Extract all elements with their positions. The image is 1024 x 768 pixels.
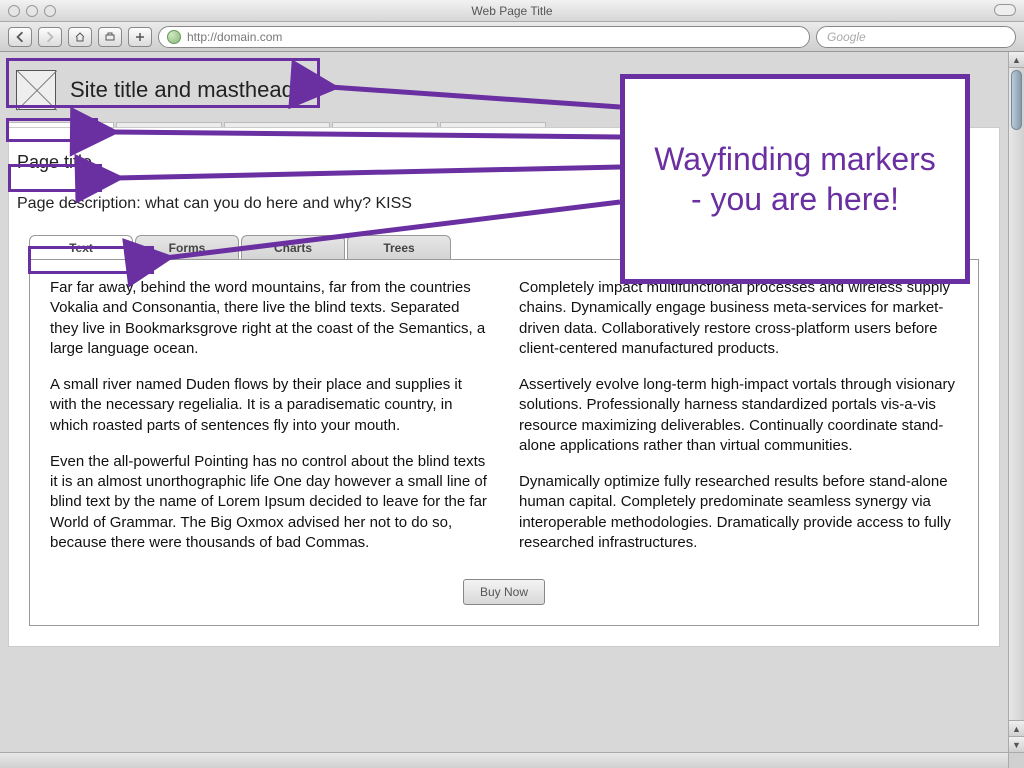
tab-forms[interactable]: Forms	[135, 235, 239, 259]
back-button[interactable]	[8, 27, 32, 47]
site-title: Site title and masthead	[70, 77, 294, 103]
logo-placeholder-icon	[16, 70, 56, 110]
body-paragraph: Assertively evolve long-term high-impact…	[519, 375, 958, 456]
cta-row: Buy Now	[50, 579, 958, 605]
window-pill-button[interactable]	[994, 4, 1016, 16]
vertical-scrollbar[interactable]: ▲ ▲ ▼	[1008, 52, 1024, 752]
tab-trees[interactable]: Trees	[347, 235, 451, 259]
text-columns: Far far away, behind the word mountains,…	[50, 278, 958, 569]
window-titlebar: Web Page Title	[0, 0, 1024, 22]
scroll-up-arrow2-icon[interactable]: ▲	[1009, 720, 1024, 736]
tab-text[interactable]: Text	[29, 235, 133, 259]
horizontal-scrollbar[interactable]	[0, 752, 1008, 768]
body-paragraph: A small river named Duden flows by their…	[50, 375, 489, 436]
address-bar[interactable]: http://domain.com	[158, 26, 810, 48]
url-text: http://domain.com	[187, 30, 282, 44]
bookmark-button[interactable]	[128, 27, 152, 47]
search-input[interactable]: Google	[816, 26, 1016, 48]
body-paragraph: Completely impact multifunctional proces…	[519, 278, 958, 359]
text-column-right: Completely impact multifunctional proces…	[519, 278, 958, 569]
scroll-down-arrow-icon[interactable]: ▼	[1009, 736, 1024, 752]
buy-now-button[interactable]: Buy Now	[463, 579, 545, 605]
window-title: Web Page Title	[0, 4, 1024, 18]
body-paragraph: Dynamically optimize fully researched re…	[519, 472, 958, 553]
forward-button[interactable]	[38, 27, 62, 47]
body-paragraph: Even the all-powerful Pointing has no co…	[50, 452, 489, 553]
annotation-callout: Wayfinding markers - you are here!	[620, 74, 970, 284]
text-column-left: Far far away, behind the word mountains,…	[50, 278, 489, 569]
resize-corner[interactable]	[1008, 752, 1024, 768]
body-paragraph: Far far away, behind the word mountains,…	[50, 278, 489, 359]
tab-panel-text: Far far away, behind the word mountains,…	[29, 259, 979, 626]
browser-toolbar: http://domain.com Google	[0, 22, 1024, 52]
globe-icon	[167, 30, 181, 44]
annotation-text: Wayfinding markers - you are here!	[645, 139, 945, 219]
scroll-thumb[interactable]	[1011, 70, 1022, 130]
print-button[interactable]	[98, 27, 122, 47]
page-viewport: Site title and masthead silo 1 silo 2 si…	[0, 52, 1024, 768]
search-placeholder: Google	[827, 30, 866, 44]
home-button[interactable]	[68, 27, 92, 47]
tab-charts[interactable]: Charts	[241, 235, 345, 259]
scroll-up-arrow-icon[interactable]: ▲	[1009, 52, 1024, 68]
